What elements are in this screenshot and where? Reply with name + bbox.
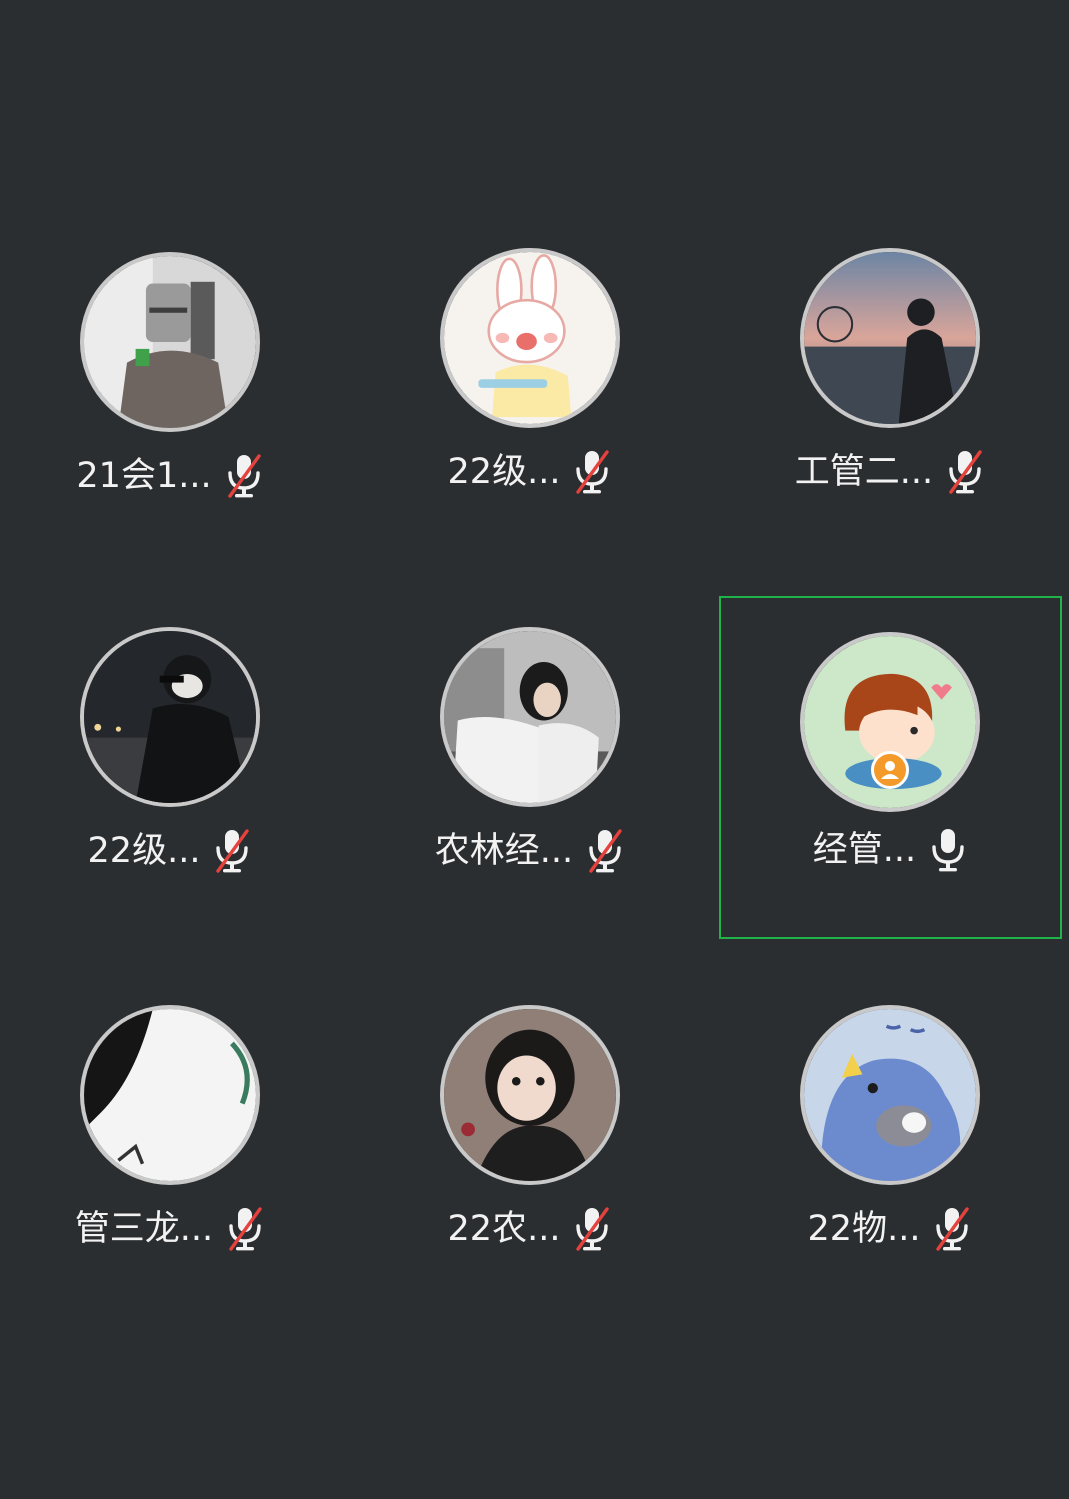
participant-tile[interactable]: 22农...	[360, 1005, 700, 1345]
participant-tile[interactable]: 22物...	[720, 1005, 1060, 1345]
mic-muted-icon	[572, 449, 612, 495]
participant-name: 21会1...	[76, 456, 212, 496]
participant-tile[interactable]: 21会1...	[0, 252, 340, 592]
participant-tile[interactable]: 22级...	[0, 627, 340, 967]
avatar	[440, 627, 620, 807]
host-badge-icon	[871, 751, 909, 789]
participant-name: 农林经...	[434, 831, 574, 871]
avatar	[800, 248, 980, 428]
avatar	[440, 248, 620, 428]
mic-muted-icon	[585, 828, 625, 874]
avatar	[440, 1005, 620, 1185]
participant-name: 经管...	[812, 830, 917, 870]
participant-name: 22农...	[447, 1209, 561, 1249]
participant-tile[interactable]: 22级...	[360, 248, 700, 588]
mic-muted-icon	[224, 453, 264, 499]
mic-muted-icon	[212, 828, 252, 874]
mic-muted-icon	[945, 449, 985, 495]
participant-name: 管三龙...	[74, 1209, 214, 1249]
avatar	[80, 252, 260, 432]
participant-name: 22物...	[807, 1209, 921, 1249]
avatar	[800, 1005, 980, 1185]
participant-tile[interactable]: 管三龙...	[0, 1005, 340, 1345]
participant-tile-active-speaker[interactable]: 经管...	[719, 596, 1062, 939]
participant-name: 22级...	[447, 452, 561, 492]
mic-muted-icon	[225, 1206, 265, 1252]
mic-muted-icon	[572, 1206, 612, 1252]
avatar	[80, 1005, 260, 1185]
avatar	[80, 627, 260, 807]
participant-name: 工管二...	[794, 452, 934, 492]
participant-tile[interactable]: 工管二...	[720, 248, 1060, 588]
mic-muted-icon	[932, 1206, 972, 1252]
participant-name: 22级...	[87, 831, 201, 871]
mic-icon	[928, 827, 968, 873]
participant-tile[interactable]: 农林经...	[360, 627, 700, 967]
